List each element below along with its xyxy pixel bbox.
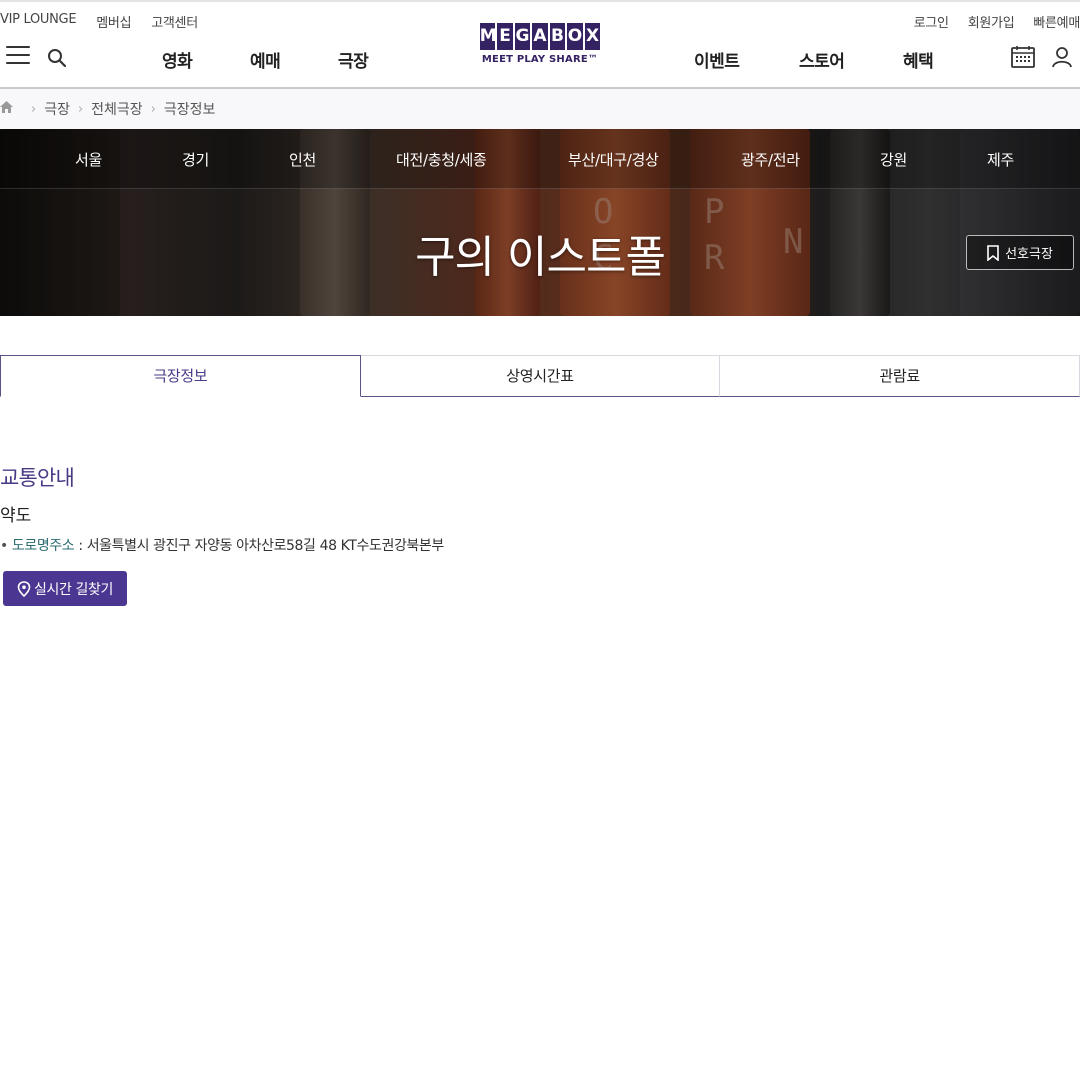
- map-subtitle: 약도: [0, 506, 32, 526]
- user-icon[interactable]: [1051, 46, 1073, 72]
- chevron-right-icon: ›: [31, 101, 37, 117]
- nav-benefit[interactable]: 혜택: [903, 47, 934, 72]
- tab-showtimes[interactable]: 상영시간표: [360, 355, 721, 397]
- menu-icon[interactable]: [6, 46, 30, 66]
- breadcrumb-theater-info[interactable]: 극장정보: [164, 99, 216, 119]
- nav-store[interactable]: 스토어: [799, 47, 845, 72]
- favorite-theater-button[interactable]: 선호극장: [966, 235, 1074, 270]
- region-gwangju-jeolla[interactable]: 광주/전라: [741, 149, 800, 170]
- realtime-directions-label: 실시간 길찾기: [34, 581, 113, 598]
- logo-tagline: MEET PLAY SHARE™: [481, 54, 599, 65]
- utility-links-left: VIP LOUNGE 멤버십 고객센터: [0, 12, 218, 31]
- region-incheon[interactable]: 인천: [289, 149, 316, 170]
- breadcrumb-all-theaters[interactable]: 전체극장: [91, 99, 143, 119]
- home-icon[interactable]: [0, 101, 13, 117]
- bullet-icon: •: [0, 538, 8, 554]
- theater-hero-banner: OC PR N 서울 경기 인천 대전/충청/세종 부산/대구/경상 광주/전라…: [0, 129, 1080, 316]
- bookmark-icon: [987, 244, 999, 261]
- logo-letter: O: [567, 23, 583, 50]
- search-icon[interactable]: [47, 48, 67, 68]
- road-address: • 도로명주소 : 서울특별시 광진구 자양동 아차산로58길 48 KT수도권강…: [0, 535, 444, 555]
- road-address-value: : 서울특별시 광진구 자양동 아차산로58길 48 KT수도권강북본부: [78, 538, 444, 554]
- logo-letter: M: [479, 23, 497, 50]
- login-link[interactable]: 로그인: [914, 12, 949, 31]
- vip-lounge-link[interactable]: VIP LOUNGE: [0, 12, 77, 31]
- theater-tabs: 극장정보 상영시간표 관람료: [0, 355, 1080, 397]
- region-daejeon-chungcheong-sejong[interactable]: 대전/충청/세종: [396, 149, 487, 170]
- favorite-theater-label: 선호극장: [1005, 247, 1053, 262]
- theater-name: 구의 이스트폴: [415, 232, 666, 283]
- nav-booking[interactable]: 예매: [250, 47, 281, 72]
- nav-event[interactable]: 이벤트: [694, 47, 740, 72]
- logo-letter: E: [497, 23, 513, 50]
- breadcrumb: › 극장 › 전체극장 › 극장정보: [0, 89, 1080, 129]
- logo-letter: X: [584, 23, 601, 50]
- region-jeju[interactable]: 제주: [987, 149, 1014, 170]
- realtime-directions-button[interactable]: 실시간 길찾기: [3, 571, 127, 606]
- transport-section-title: 교통안내: [0, 466, 75, 490]
- region-seoul[interactable]: 서울: [75, 149, 102, 170]
- map-pin-icon: [17, 580, 31, 597]
- tab-theater-info[interactable]: 극장정보: [0, 355, 361, 397]
- membership-link[interactable]: 멤버십: [96, 12, 131, 31]
- region-gyeonggi[interactable]: 경기: [182, 149, 209, 170]
- calendar-icon[interactable]: [1011, 46, 1035, 72]
- region-gangwon[interactable]: 강원: [880, 149, 907, 170]
- chevron-right-icon: ›: [150, 101, 156, 117]
- quick-booking-link[interactable]: 빠른예매: [1033, 12, 1080, 31]
- customer-center-link[interactable]: 고객센터: [151, 12, 198, 31]
- signup-link[interactable]: 회원가입: [968, 12, 1015, 31]
- road-address-label: 도로명주소: [11, 538, 75, 554]
- nav-theater[interactable]: 극장: [338, 47, 369, 72]
- top-border: [0, 0, 1080, 2]
- nav-movie[interactable]: 영화: [162, 47, 193, 72]
- logo-letter: A: [532, 23, 548, 50]
- tab-ticket-prices[interactable]: 관람료: [720, 355, 1080, 397]
- breadcrumb-theater[interactable]: 극장: [44, 99, 70, 119]
- logo-letter: G: [514, 23, 531, 50]
- megabox-logo[interactable]: M E G A B O X MEET PLAY SHARE™: [471, 23, 609, 69]
- logo-letter: B: [549, 23, 566, 50]
- region-busan-daegu-gyeongsang[interactable]: 부산/대구/경상: [568, 149, 659, 170]
- utility-links-right: 로그인 회원가입 빠른예매: [895, 12, 1080, 31]
- region-tabs: 서울 경기 인천 대전/충청/세종 부산/대구/경상 광주/전라 강원 제주: [0, 129, 1080, 189]
- chevron-right-icon: ›: [77, 101, 84, 117]
